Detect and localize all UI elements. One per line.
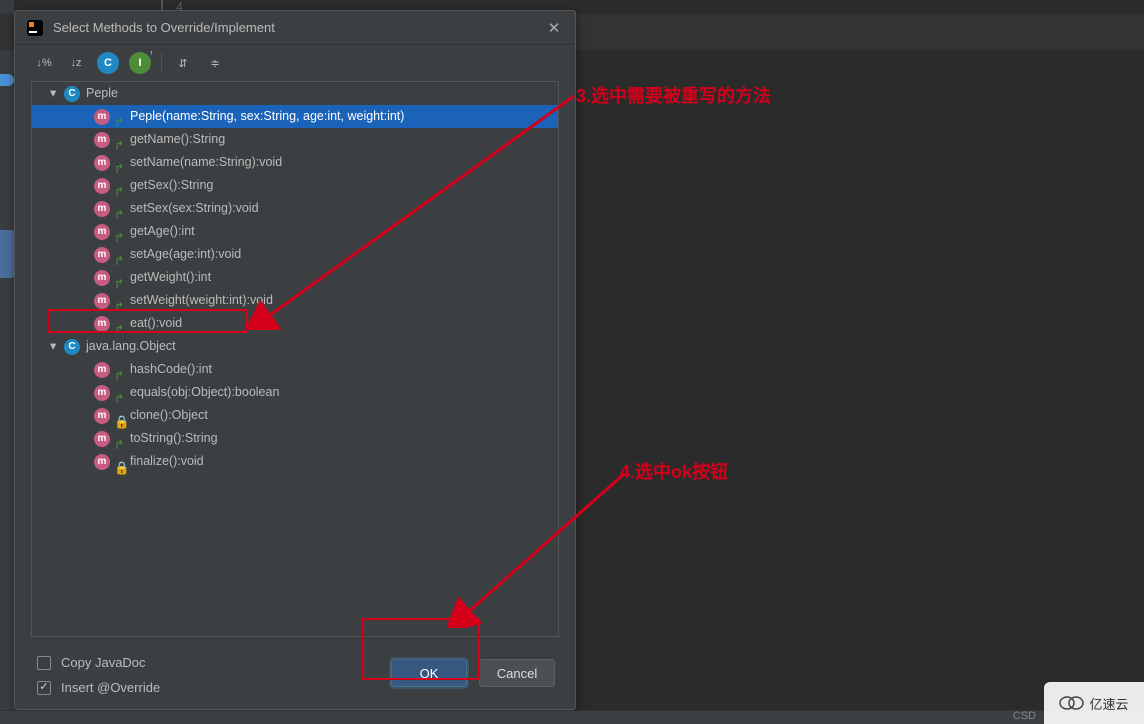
tree-method-row[interactable]: m↱getName():String — [32, 128, 558, 151]
override-icon: ↱ — [114, 434, 124, 444]
dialog-toolbar: ↓% ↓z C I ⇵ ≑ — [15, 45, 575, 81]
override-icon: ↱ — [114, 181, 124, 191]
tree-method-row[interactable]: m↱setSex(sex:String):void — [32, 197, 558, 220]
override-icon: ↱ — [114, 319, 124, 329]
ok-button[interactable]: OK — [391, 659, 467, 687]
intellij-icon — [27, 20, 43, 36]
override-icon: ↱ — [114, 204, 124, 214]
collapse-all-button[interactable]: ≑ — [204, 52, 226, 74]
status-right-text: CSD — [1013, 710, 1036, 722]
tree-method-row[interactable]: m↱toString():String — [32, 427, 558, 450]
override-icon: ↱ — [114, 112, 124, 122]
gutter-marker — [0, 74, 14, 86]
dialog-titlebar: Select Methods to Override/Implement ✕ — [15, 11, 575, 45]
methods-tree[interactable]: ▾CPeplem↱Peple(name:String, sex:String, … — [31, 81, 559, 637]
override-methods-dialog: Select Methods to Override/Implement ✕ ↓… — [14, 10, 576, 710]
tree-method-row[interactable]: m↱getAge():int — [32, 220, 558, 243]
tree-method-row[interactable]: m↱setAge(age:int):void — [32, 243, 558, 266]
override-icon: ↱ — [114, 135, 124, 145]
sort-visibility-button[interactable]: ↓z — [65, 52, 87, 74]
tree-method-row[interactable]: m🔒finalize():void — [32, 450, 558, 473]
copy-javadoc-label: Copy JavaDoc — [61, 655, 146, 670]
tree-class-row[interactable]: ▾Cjava.lang.Object — [32, 335, 558, 358]
tree-method-row[interactable]: m↱hashCode():int — [32, 358, 558, 381]
insert-override-label: Insert @Override — [61, 680, 160, 695]
sort-alpha-button[interactable]: ↓% — [33, 52, 55, 74]
close-icon[interactable]: ✕ — [545, 19, 563, 37]
override-icon: ↱ — [114, 388, 124, 398]
tree-method-row[interactable]: m↱setWeight(weight:int):void — [32, 289, 558, 312]
override-icon: ↱ — [114, 158, 124, 168]
side-tab[interactable] — [0, 230, 14, 278]
annotation-4: 4.选中ok按钮 — [620, 458, 728, 484]
cancel-button[interactable]: Cancel — [479, 659, 555, 687]
tree-method-row[interactable]: m↱getSex():String — [32, 174, 558, 197]
filter-interface-button[interactable]: I — [129, 52, 151, 74]
watermark: 亿速云 — [1044, 682, 1144, 724]
override-icon: ↱ — [114, 273, 124, 283]
tree-method-row[interactable]: m↱equals(obj:Object):boolean — [32, 381, 558, 404]
lock-icon: 🔒 — [114, 411, 124, 421]
tree-method-row[interactable]: m↱getWeight():int — [32, 266, 558, 289]
tree-method-row[interactable]: m↱setName(name:String):void — [32, 151, 558, 174]
override-icon: ↱ — [114, 227, 124, 237]
tree-method-row[interactable]: m↱eat():void — [32, 312, 558, 335]
tree-class-row[interactable]: ▾CPeple — [32, 82, 558, 105]
tree-method-row[interactable]: m↱Peple(name:String, sex:String, age:int… — [32, 105, 558, 128]
filter-class-button[interactable]: C — [97, 52, 119, 74]
status-bar — [0, 710, 1144, 724]
override-icon: ↱ — [114, 250, 124, 260]
override-icon: ↱ — [114, 296, 124, 306]
tree-method-row[interactable]: m🔒clone():Object — [32, 404, 558, 427]
override-icon: ↱ — [114, 365, 124, 375]
dialog-title: Select Methods to Override/Implement — [53, 20, 545, 35]
annotation-3: 3.选中需要被重写的方法 — [576, 82, 771, 108]
expand-all-button[interactable]: ⇵ — [172, 52, 194, 74]
lock-icon: 🔒 — [114, 457, 124, 467]
